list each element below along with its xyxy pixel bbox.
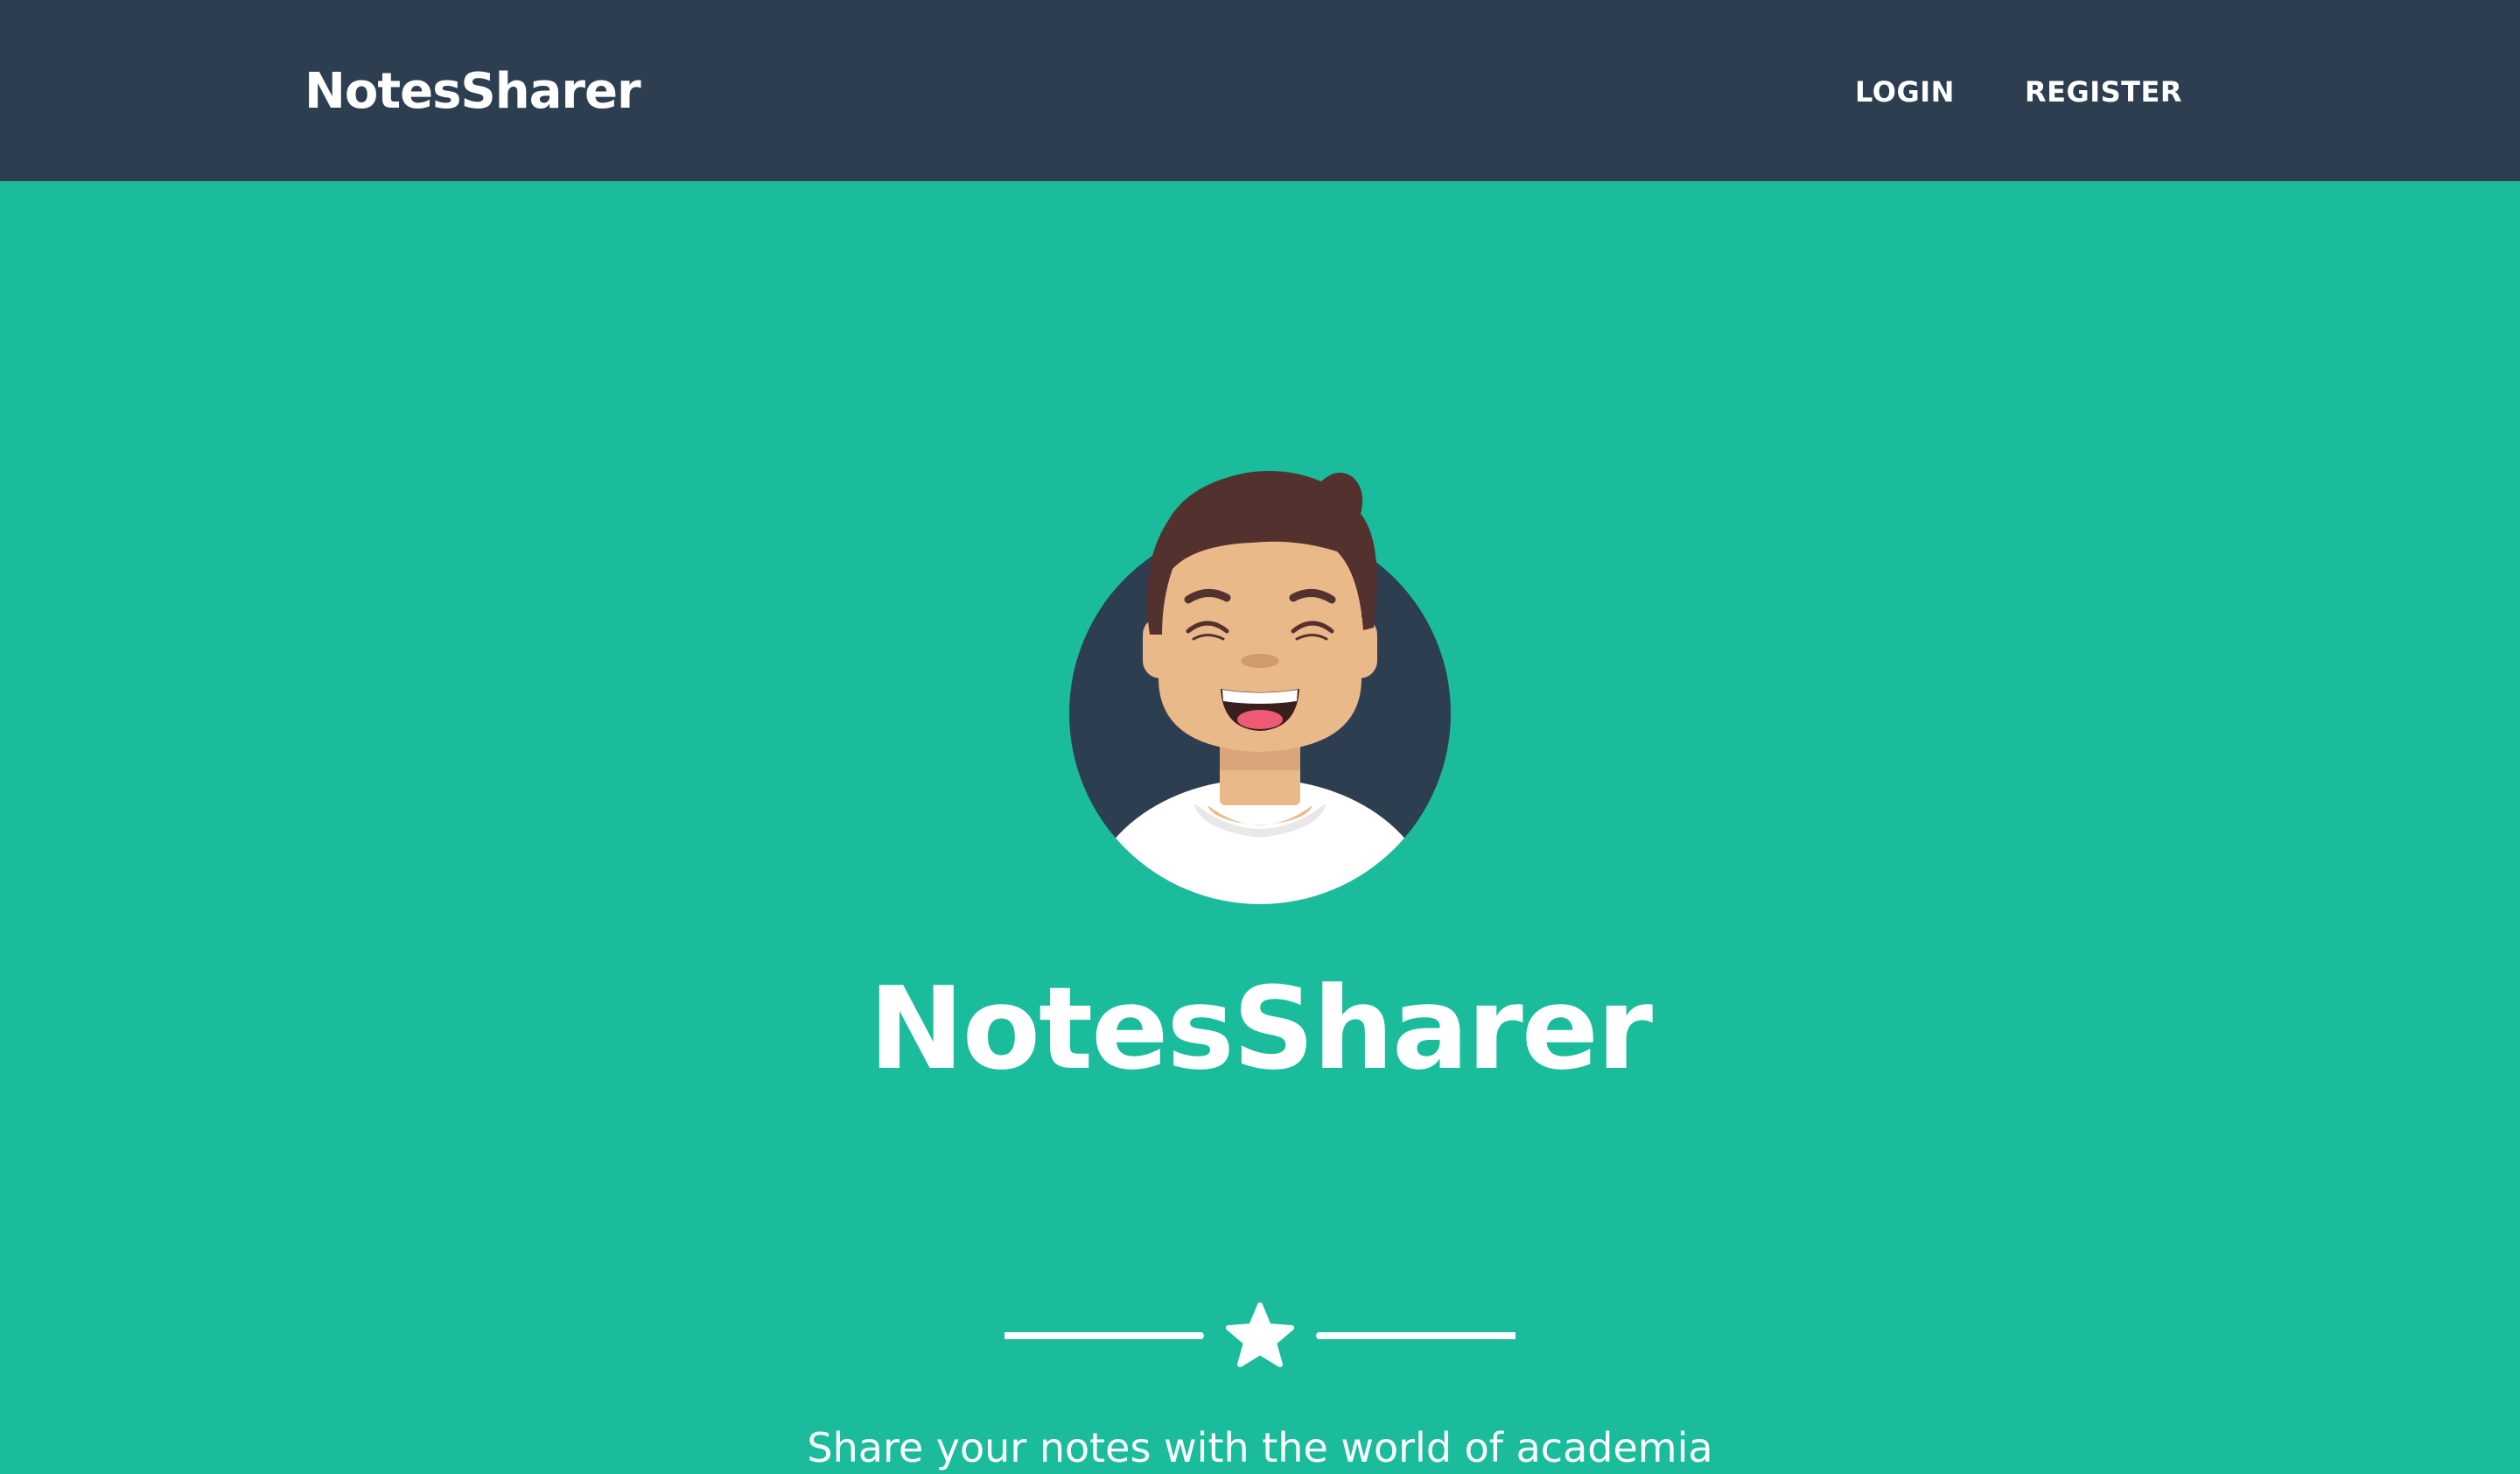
register-link[interactable]: REGISTER [2025,75,2182,109]
nav-links: LOGIN REGISTER [1855,57,2182,127]
login-link[interactable]: LOGIN [1855,75,1955,109]
star-icon [1226,1302,1294,1367]
top-navbar: NotesSharer LOGIN REGISTER [0,0,2520,181]
avatar [1069,470,1451,904]
tagline: Share your notes with the world of acade… [807,1424,1713,1471]
star-divider [1004,1302,1516,1367]
masthead: NotesSharer Share your notes with the wo… [0,181,2520,1471]
page-title: NotesSharer [868,962,1653,1095]
brand-link[interactable]: NotesSharer [304,57,641,127]
avatar-nose [1241,654,1279,668]
